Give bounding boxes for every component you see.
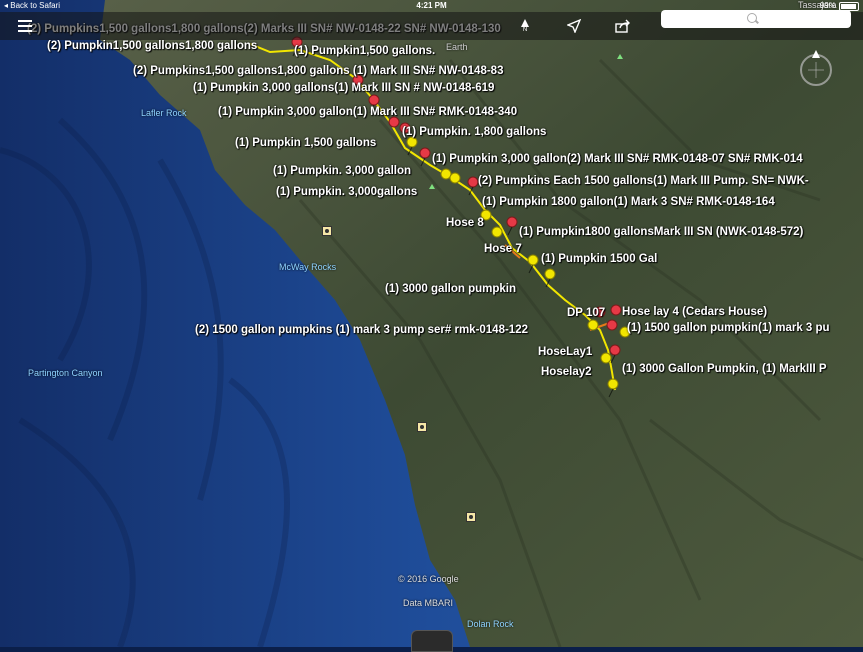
north-arrow-icon bbox=[521, 19, 529, 27]
map-data-credit: Data MBARI bbox=[403, 598, 454, 608]
map-placemark-label[interactable]: (1) 3000 gallon pumpkin bbox=[385, 283, 516, 295]
share-icon bbox=[615, 19, 630, 33]
map-placemark-label[interactable]: (1) Pumpkin. 1,800 gallons bbox=[402, 126, 546, 138]
poi-marker-icon[interactable] bbox=[322, 226, 332, 236]
map-placemark-label[interactable]: Hose 7 bbox=[484, 243, 522, 255]
map-placemark-label[interactable]: (1) Pumpkin 1500 Gal bbox=[541, 253, 657, 265]
map-placemark-label[interactable]: (1) Pumpkin 3,000 gallon(2) Mark III SN#… bbox=[432, 153, 803, 165]
map-placemark-label[interactable]: (1) Pumpkin 3,000 gallons(1) Mark III SN… bbox=[193, 82, 494, 94]
poi-marker-icon[interactable] bbox=[417, 422, 427, 432]
map-placemark-label[interactable]: (1) Pumpkin 1800 gallon(1) Mark 3 SN# RM… bbox=[482, 196, 775, 208]
place-name-label: Lafler Rock bbox=[141, 108, 187, 118]
place-name-label: Partington Canyon bbox=[28, 368, 103, 378]
map-placemark-label[interactable]: Hose lay 4 (Cedars House) bbox=[622, 306, 767, 318]
place-name-label: McWay Rocks bbox=[279, 262, 337, 272]
bottom-drawer-handle[interactable] bbox=[411, 630, 453, 652]
map-placemark-label[interactable]: (1) Pumpkin1,500 gallons. bbox=[294, 45, 435, 57]
map-placemark-label[interactable]: Hoselay2 bbox=[541, 366, 592, 378]
map-placemark-label[interactable]: Hose 8 bbox=[446, 217, 484, 229]
poi-marker-icon[interactable] bbox=[466, 512, 476, 522]
map-placemark-label[interactable]: (1) Pumpkin1800 gallonsMark III SN (NWK-… bbox=[519, 226, 803, 238]
location-arrow-icon bbox=[567, 19, 581, 33]
map-placemark-label[interactable]: (1) Pumpkin. 3,000gallons bbox=[276, 186, 417, 198]
map-placemark-label[interactable]: (2) Pumpkins Each 1500 gallons(1) Mark I… bbox=[478, 175, 809, 187]
share-button[interactable] bbox=[612, 12, 634, 40]
compass-control[interactable] bbox=[796, 50, 836, 90]
place-name-label: Dolan Rock bbox=[467, 619, 514, 629]
north-hint: N bbox=[522, 27, 528, 33]
map-placemark-label[interactable]: DP 107 bbox=[567, 307, 605, 319]
north-button[interactable]: N bbox=[515, 12, 535, 40]
map-placemark-label[interactable]: (2) 1500 gallon pumpkins (1) mark 3 pump… bbox=[195, 324, 528, 336]
map-placemark-label[interactable]: HoseLay1 bbox=[538, 346, 592, 358]
search-icon bbox=[747, 13, 757, 23]
map-placemark-label[interactable]: (1) Pumpkin 3,000 gallon(1) Mark III SN#… bbox=[218, 106, 517, 118]
menu-button[interactable] bbox=[12, 12, 38, 40]
map-placemark-label[interactable]: (2) Pumpkin1,500 gallons1,800 gallons bbox=[47, 40, 257, 52]
map-placemark-label[interactable]: (1) 1500 gallon pumpkin(1) mark 3 pu bbox=[627, 322, 830, 334]
hamburger-menu-icon bbox=[18, 20, 32, 32]
map-placemark-label[interactable]: (1) 3000 Gallon Pumpkin, (1) MarkIII P bbox=[622, 363, 827, 375]
my-location-button[interactable] bbox=[564, 12, 584, 40]
place-name-label: Earth bbox=[446, 42, 468, 52]
map-placemark-label[interactable]: (2) Pumpkins1,500 gallons1,800 gallons (… bbox=[133, 65, 503, 77]
map-placemark-label[interactable]: (1) Pumpkin. 3,000 gallon bbox=[273, 165, 411, 177]
map-placemark-label[interactable]: (1) Pumpkin 1,500 gallons bbox=[235, 137, 376, 149]
search-input[interactable] bbox=[661, 10, 851, 28]
compass-icon bbox=[800, 50, 832, 86]
map-copyright: © 2016 Google bbox=[398, 574, 459, 584]
